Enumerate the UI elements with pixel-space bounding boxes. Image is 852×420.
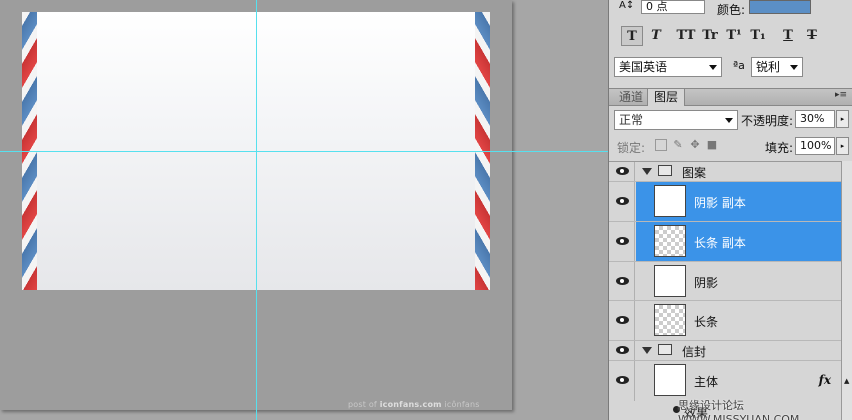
antialias-select[interactable]: 锐利 — [751, 57, 803, 77]
opacity-input[interactable]: 30% — [795, 110, 835, 128]
layer-group-pattern[interactable]: 图案 — [609, 162, 841, 182]
tab-channels[interactable]: 通道 — [613, 89, 649, 106]
lock-transparency-icon[interactable] — [655, 139, 667, 151]
underline-button[interactable]: T — [777, 26, 799, 46]
visibility-cell — [609, 361, 635, 401]
visibility-cell — [609, 341, 635, 360]
fx-icon[interactable]: fx — [819, 373, 831, 387]
layer-content: 长条 副本 — [636, 222, 841, 261]
antialias-icon: ªa — [733, 59, 745, 72]
layer-thumbnail — [654, 265, 686, 297]
color-label: 颜色: — [717, 3, 746, 17]
layer-thumbnail — [654, 304, 686, 336]
all-caps-button[interactable]: TT — [675, 26, 697, 46]
superscript-button[interactable]: T¹ — [723, 26, 745, 46]
layer-name: 主体 — [694, 375, 719, 389]
layers-list: 图案 阴影 副本 长条 副本 阴影 长条 信封 主体 fx — [609, 161, 852, 420]
lock-all-icon[interactable]: ■ — [706, 139, 718, 151]
layer-shadow[interactable]: 阴影 — [609, 262, 841, 301]
leading-input[interactable]: 0 点 — [641, 0, 705, 14]
lock-move-icon[interactable]: ✥ — [689, 139, 701, 151]
side-panel: A↕ 0 点 颜色: T T TT Tr T¹ T₁ T T 美国英语 ªa 锐… — [608, 0, 852, 420]
opacity-slider-button[interactable]: ▸ — [836, 110, 849, 128]
visibility-cell — [609, 182, 635, 221]
strikethrough-button[interactable]: T — [801, 26, 823, 46]
disclosure-triangle-icon[interactable] — [642, 168, 652, 175]
guide-horizontal[interactable] — [0, 151, 608, 152]
folder-icon — [658, 165, 672, 176]
visibility-cell — [609, 222, 635, 261]
layer-content: 主体 fx — [636, 361, 841, 401]
visibility-cell — [609, 262, 635, 300]
opacity-label: 不透明度: — [741, 114, 794, 128]
subscript-button[interactable]: T₁ — [747, 26, 769, 46]
folder-icon — [658, 344, 672, 355]
layers-scrollbar[interactable]: ▲ — [841, 161, 852, 420]
blend-mode-select[interactable]: 正常 — [614, 110, 738, 130]
visibility-cell — [609, 162, 635, 181]
canvas-watermark: post of iconfans.com icônfans — [348, 400, 480, 409]
faux-bold-button[interactable]: T — [621, 26, 643, 46]
layer-thumbnail — [654, 225, 686, 257]
canvas-workspace[interactable]: post of iconfans.com icônfans — [0, 0, 608, 420]
eye-icon[interactable] — [616, 237, 629, 245]
language-select[interactable]: 美国英语 — [614, 57, 722, 77]
layer-body[interactable]: 主体 fx — [609, 361, 841, 401]
chevron-down-icon — [709, 65, 717, 70]
disclosure-triangle-icon[interactable] — [642, 347, 652, 354]
scroll-up-icon[interactable]: ▲ — [844, 377, 849, 385]
panel-menu-icon[interactable]: ▸≡ — [835, 90, 847, 100]
layer-stripe-copy[interactable]: 长条 副本 — [609, 222, 841, 262]
small-caps-button[interactable]: Tr — [699, 26, 721, 46]
eye-icon[interactable] — [616, 167, 629, 175]
fill-label: 填充: — [765, 141, 794, 155]
site-watermark: 思缘设计论坛 WWW.MISSYUAN.COM — [678, 399, 800, 420]
leading-icon: A↕ — [619, 0, 635, 11]
layer-group-envelope[interactable]: 信封 — [609, 341, 841, 361]
chevron-down-icon — [725, 118, 733, 123]
layer-content: 信封 — [636, 341, 841, 360]
layer-name: 阴影 — [694, 276, 719, 290]
text-color-swatch[interactable] — [749, 0, 811, 14]
layer-name: 信封 — [682, 345, 707, 359]
layer-content: 阴影 — [636, 262, 841, 300]
eye-icon[interactable] — [616, 197, 629, 205]
eye-icon[interactable] — [616, 316, 629, 324]
layers-tabbar: 通道 图层 ▸≡ — [609, 88, 852, 106]
guide-vertical[interactable] — [256, 0, 257, 420]
lock-label: 锁定: — [617, 141, 646, 155]
visibility-cell — [609, 301, 635, 340]
eye-icon[interactable] — [616, 346, 629, 354]
layer-name: 阴影 副本 — [694, 196, 746, 210]
eye-icon[interactable] — [616, 376, 629, 384]
layer-name: 长条 — [694, 315, 719, 329]
lock-brush-icon[interactable]: ✎ — [672, 139, 684, 151]
layer-content: 长条 — [636, 301, 841, 340]
eye-icon[interactable] — [616, 277, 629, 285]
layer-thumbnail — [654, 364, 686, 396]
tab-layers[interactable]: 图层 — [647, 89, 686, 106]
layer-stripe[interactable]: 长条 — [609, 301, 841, 341]
layer-name: 图案 — [682, 166, 707, 180]
layer-content: 图案 — [636, 162, 841, 181]
fill-slider-button[interactable]: ▸ — [836, 137, 849, 155]
layer-thumbnail — [654, 185, 686, 217]
layer-name: 长条 副本 — [694, 236, 746, 250]
layer-content: 阴影 副本 — [636, 182, 841, 221]
layer-shadow-copy[interactable]: 阴影 副本 — [609, 182, 841, 222]
chevron-down-icon — [790, 65, 798, 70]
faux-italic-button[interactable]: T — [645, 26, 667, 46]
fill-input[interactable]: 100% — [795, 137, 835, 155]
